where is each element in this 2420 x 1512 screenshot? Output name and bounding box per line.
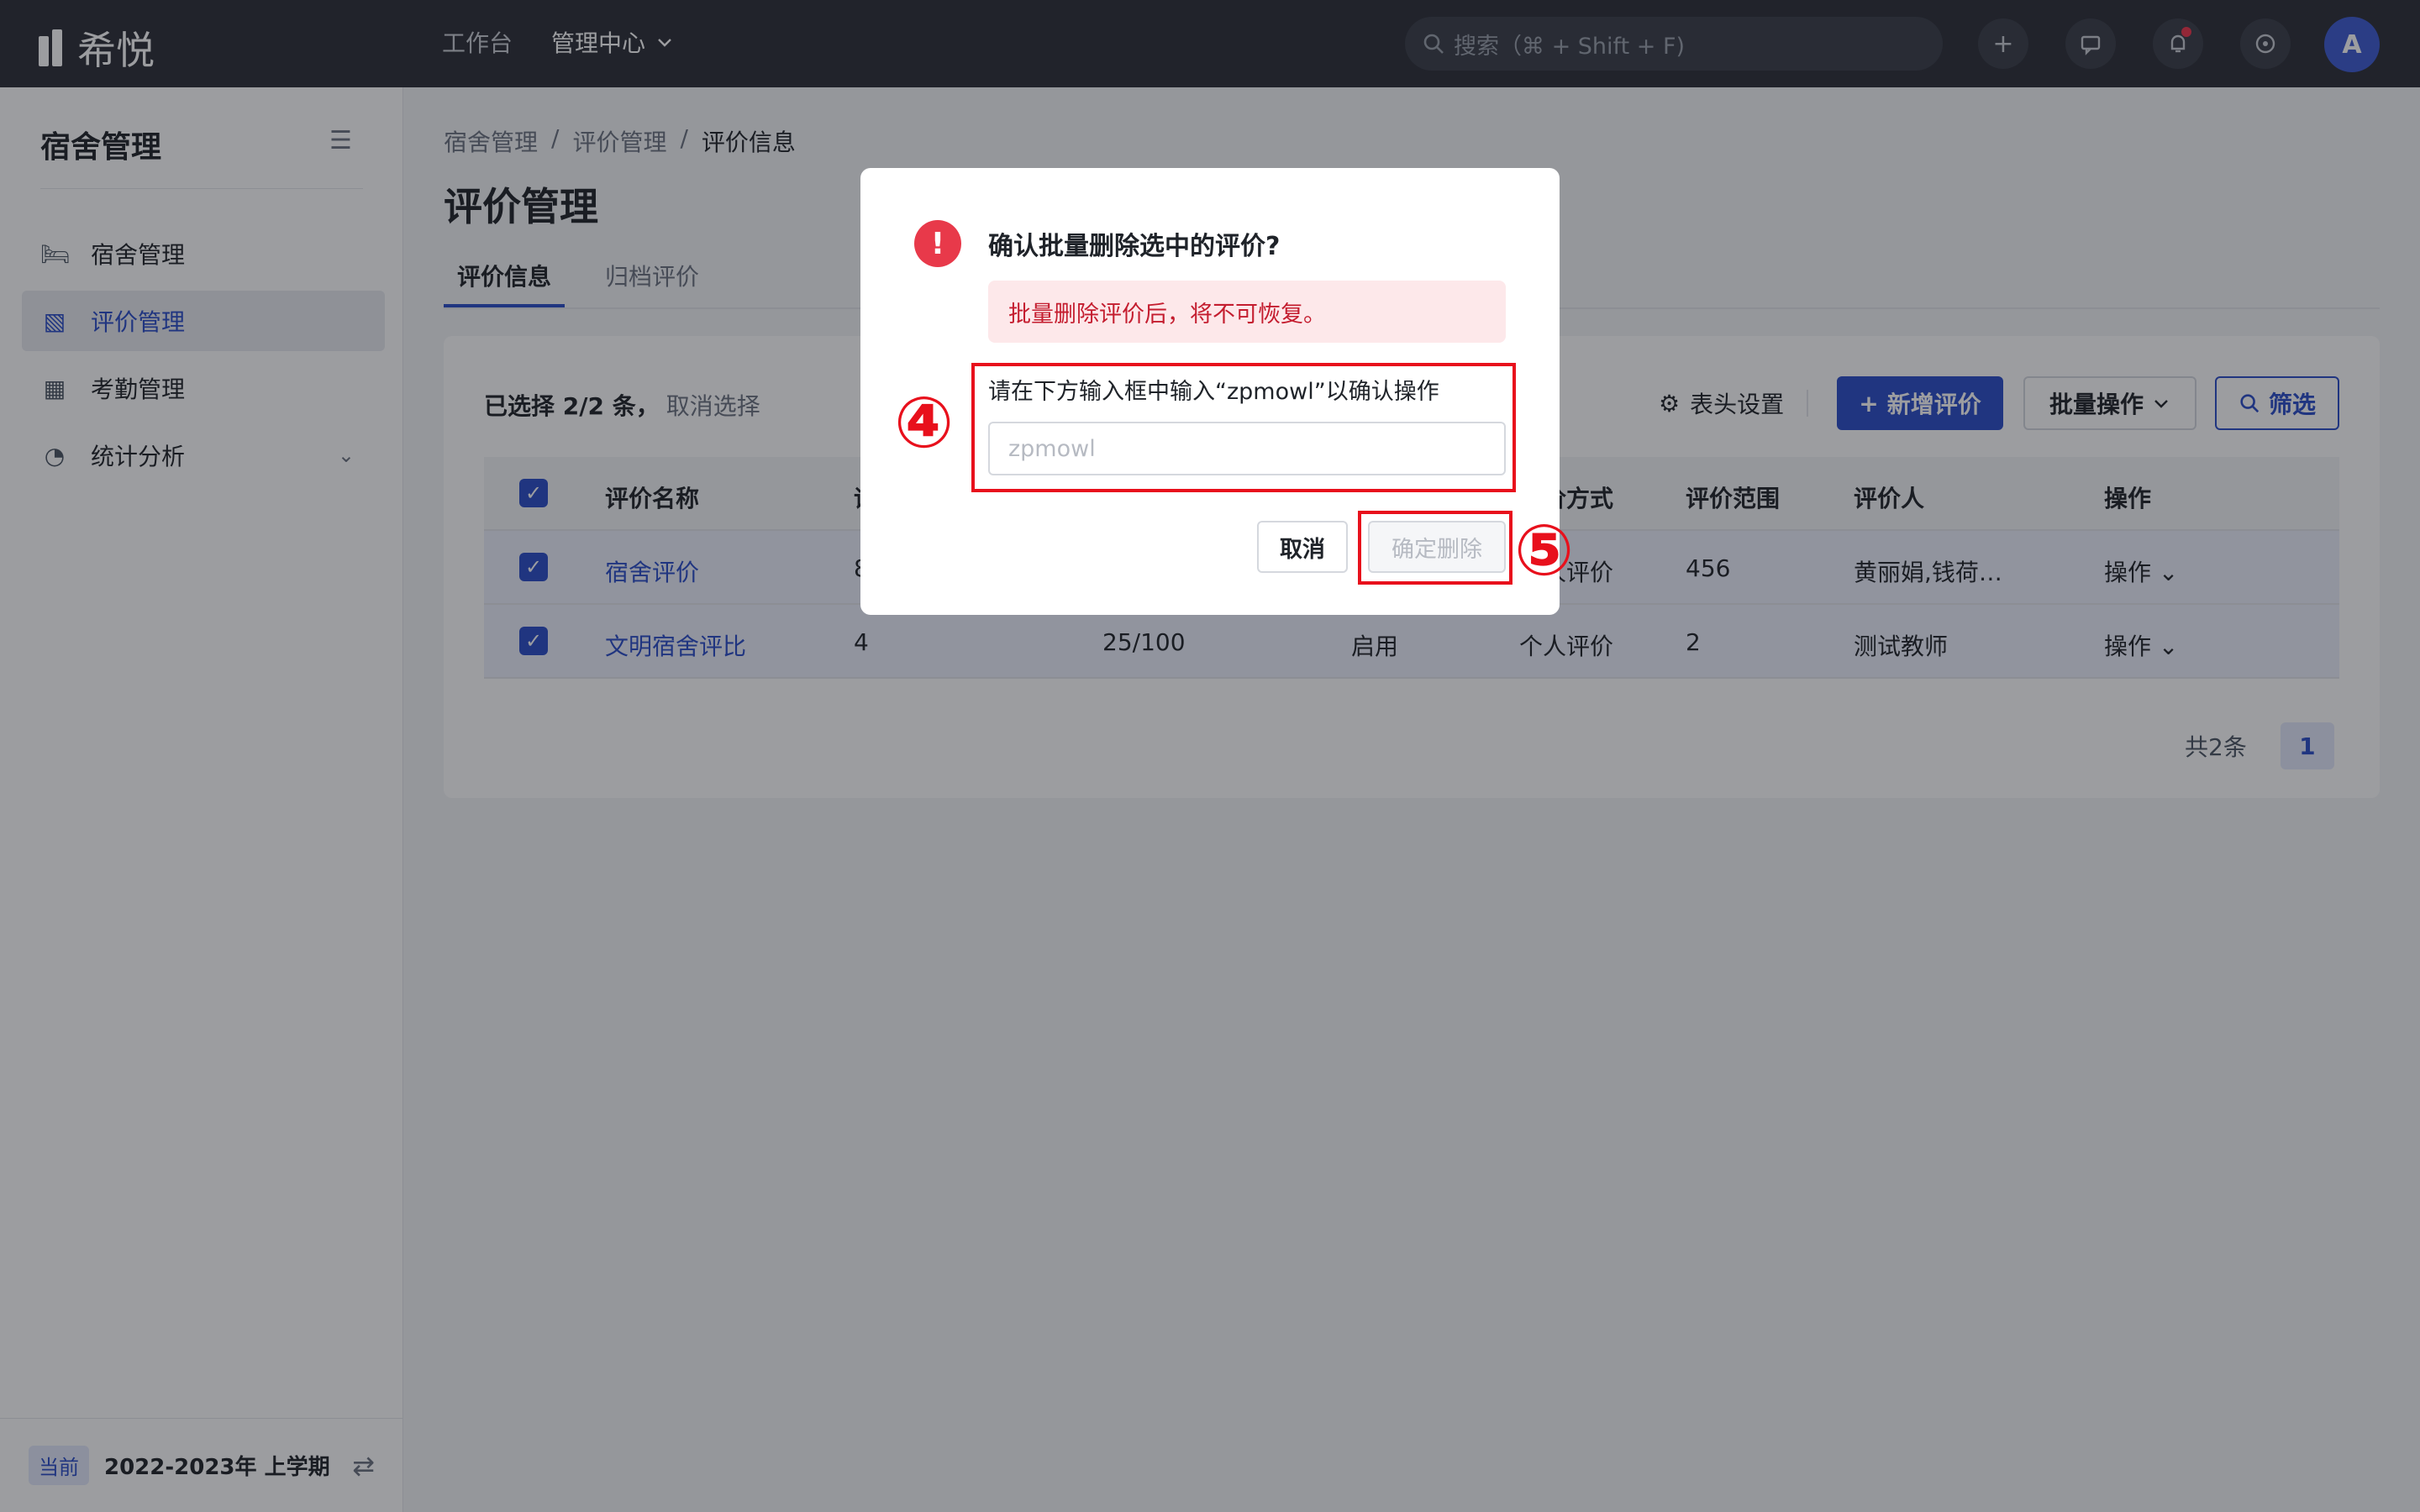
warning-icon: !	[914, 220, 961, 267]
annotation-box-4	[971, 363, 1516, 492]
dialog-title: 确认批量删除选中的评价?	[988, 232, 1281, 261]
annotation-label-5: ⑤	[1514, 509, 1575, 591]
annotation-label-4: ④	[894, 381, 955, 464]
cancel-button[interactable]: 取消	[1257, 521, 1348, 573]
annotation-box-5	[1358, 511, 1512, 585]
warning-alert: 批量删除评价后，将不可恢复。	[988, 281, 1506, 343]
